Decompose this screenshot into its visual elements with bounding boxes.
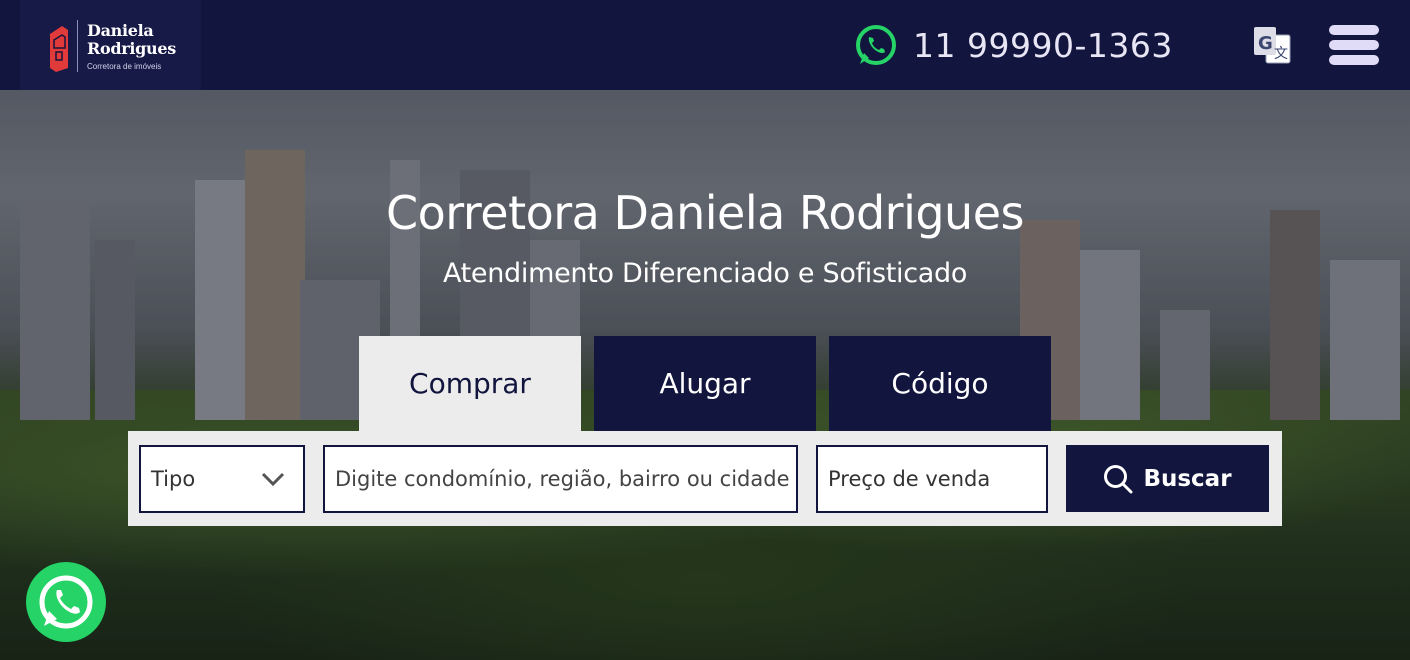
logo-name: Daniela Rodrigues	[87, 21, 176, 58]
chevron-down-icon	[261, 472, 285, 487]
site-header: Daniela Rodrigues Corretora de imóveis 1…	[0, 0, 1410, 90]
search-button[interactable]: Buscar	[1066, 445, 1269, 512]
house-logo-icon	[50, 26, 68, 72]
hero-section: Corretora Daniela Rodrigues Atendimento …	[0, 90, 1410, 660]
price-select[interactable]: Preço de venda	[816, 445, 1048, 513]
translate-icon[interactable]: G 文	[1252, 25, 1292, 65]
search-button-label: Buscar	[1143, 465, 1232, 492]
whatsapp-icon	[856, 25, 896, 65]
type-select[interactable]: Tipo	[139, 445, 305, 513]
tab-codigo[interactable]: Código	[829, 336, 1051, 431]
hero-subtitle: Atendimento Diferenciado e Sofisticado	[442, 258, 968, 289]
logo[interactable]: Daniela Rodrigues Corretora de imóveis	[20, 0, 201, 90]
search-icon	[1104, 464, 1133, 493]
floating-whatsapp-button[interactable]	[26, 562, 106, 642]
phone-number: 11 99990-1363	[913, 25, 1173, 65]
location-search-input[interactable]	[335, 447, 796, 511]
logo-divider	[77, 20, 78, 72]
type-select-value: Tipo	[151, 467, 196, 491]
hamburger-menu-icon[interactable]	[1329, 25, 1379, 65]
search-panel: Tipo Preço de venda Buscar	[128, 431, 1282, 526]
price-select-value: Preço de venda	[828, 467, 991, 491]
tab-alugar[interactable]: Alugar	[594, 336, 816, 431]
logo-tagline: Corretora de imóveis	[87, 62, 162, 71]
location-search-field[interactable]	[323, 445, 798, 513]
hero-title: Corretora Daniela Rodrigues	[386, 186, 1024, 240]
svg-text:G: G	[1258, 33, 1273, 54]
phone-contact[interactable]: 11 99990-1363	[855, 24, 1173, 66]
svg-text:文: 文	[1274, 46, 1288, 62]
whatsapp-icon	[39, 575, 93, 629]
tab-comprar[interactable]: Comprar	[359, 336, 581, 431]
